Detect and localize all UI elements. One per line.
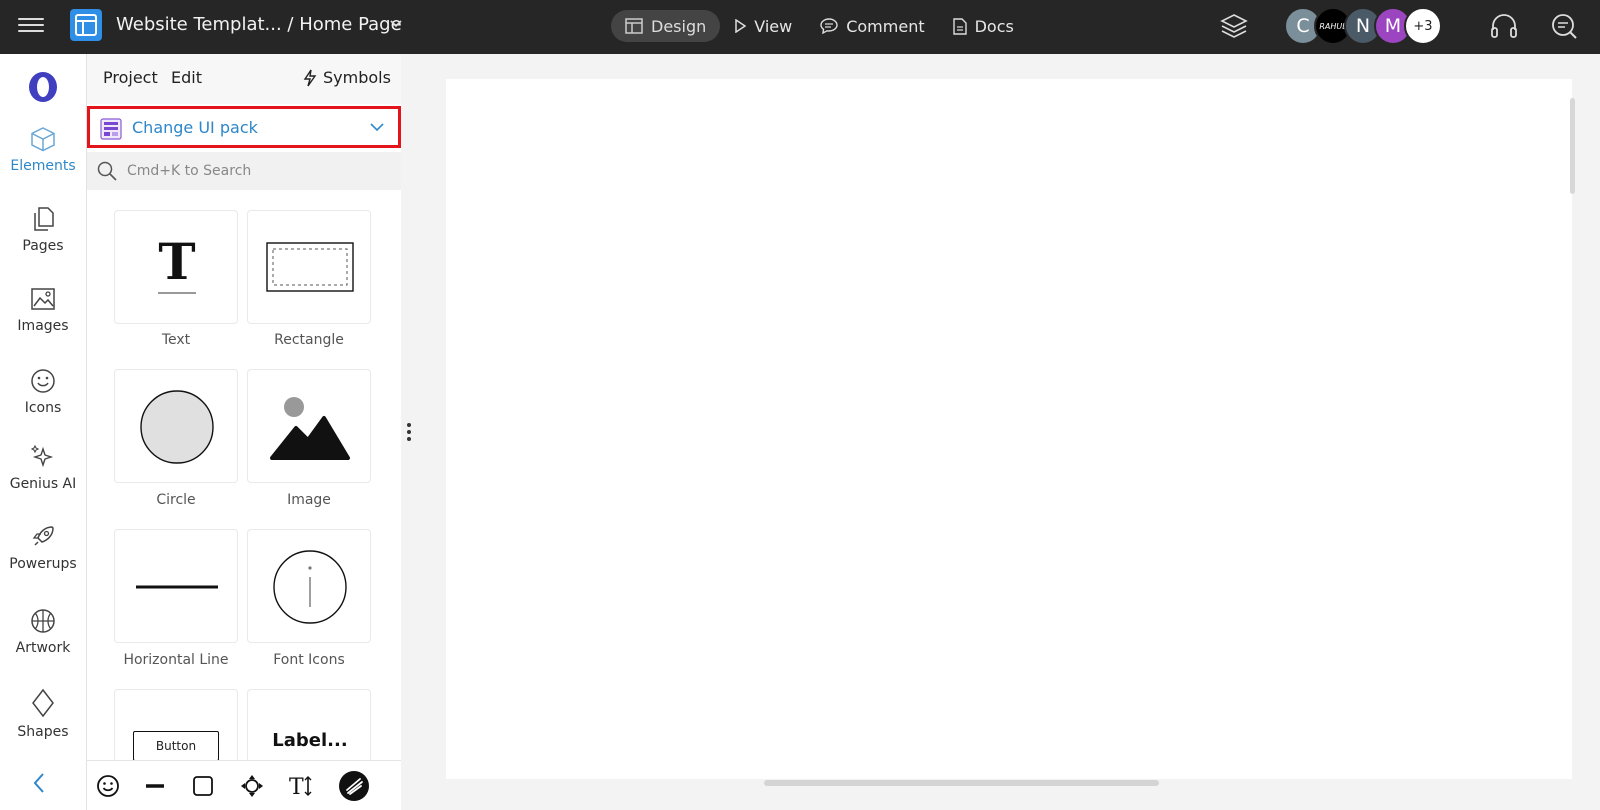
left-rail: Elements Pages Images Icons Genius AI Po… — [0, 54, 87, 810]
button-preview: Button — [133, 731, 219, 761]
horizontal-line-element-tile[interactable] — [114, 529, 238, 643]
rail-item-label: Powerups — [9, 556, 77, 572]
emoji-tool-icon[interactable] — [96, 774, 120, 798]
circle-element-tile[interactable] — [114, 369, 238, 483]
docs-button[interactable]: Docs — [939, 10, 1028, 42]
horizontal-scrollbar[interactable] — [764, 780, 1159, 786]
rocket-icon — [32, 526, 54, 546]
mountain-image-icon — [270, 397, 350, 460]
rail-item-images[interactable]: Images — [0, 286, 86, 334]
quick-tools-bar: T — [87, 760, 401, 810]
rail-item-label: Pages — [22, 238, 64, 254]
rail-item-label: Images — [17, 318, 69, 334]
text-tool-icon[interactable]: T — [289, 774, 315, 798]
tile-label: Horizontal Line — [123, 652, 229, 668]
app-logo-icon[interactable] — [70, 9, 102, 41]
brand-logo-icon — [29, 72, 57, 102]
rail-item-elements[interactable]: Elements — [0, 126, 86, 174]
play-icon — [735, 19, 747, 33]
change-ui-pack-dropdown[interactable]: Change UI pack — [87, 106, 401, 148]
scribble-tool-icon[interactable] — [338, 770, 370, 802]
text-element-tile[interactable]: T — [114, 210, 238, 324]
svg-text:T: T — [158, 232, 195, 291]
top-bar: Website Templat... / Home Page Design Vi… — [0, 0, 1600, 54]
font-icons-element-tile[interactable] — [247, 529, 371, 643]
design-button[interactable]: Design — [611, 10, 721, 42]
tile-label: Image — [287, 492, 331, 508]
docs-label: Docs — [974, 16, 1014, 36]
tile-label: Font Icons — [273, 652, 345, 668]
layers-icon[interactable] — [1220, 12, 1248, 40]
rail-item-powerups[interactable]: Powerups — [0, 524, 86, 572]
sparkle-icon — [30, 444, 54, 468]
image-icon — [31, 288, 55, 310]
image-element-tile[interactable] — [247, 369, 371, 483]
smiley-icon — [31, 369, 55, 393]
search-input[interactable] — [127, 159, 387, 183]
search-chat-icon[interactable] — [1550, 12, 1578, 40]
tile-label: Rectangle — [274, 332, 344, 348]
comment-label: Comment — [846, 16, 925, 36]
ui-pack-label: Change UI pack — [132, 118, 258, 137]
horizontal-line-icon — [136, 585, 218, 589]
element-search — [87, 152, 401, 190]
chevron-left-icon[interactable] — [32, 772, 46, 794]
line-tool-icon[interactable] — [143, 774, 167, 798]
comment-icon — [820, 18, 838, 34]
view-button[interactable]: View — [720, 10, 806, 42]
rail-item-label: Genius AI — [9, 476, 77, 492]
hamburger-menu-icon[interactable] — [18, 14, 44, 36]
rectangle-element-tile[interactable] — [247, 210, 371, 324]
vertical-scrollbar[interactable] — [1570, 98, 1575, 194]
elements-panel: Project Edit Symbols Change UI pack T Te… — [87, 54, 401, 810]
circle-icon — [140, 390, 214, 464]
diamond-icon — [32, 688, 54, 718]
basketball-icon — [31, 609, 55, 633]
chevron-down-icon[interactable] — [390, 20, 402, 28]
rectangle-icon — [266, 242, 354, 292]
symbols-label: Symbols — [323, 68, 391, 87]
text-icon: T — [158, 232, 196, 294]
rail-item-label: Icons — [24, 400, 62, 416]
project-menu[interactable]: Project — [103, 68, 158, 87]
ui-pack-icon — [100, 118, 122, 140]
more-collaborators-badge[interactable]: +3 — [1404, 7, 1442, 45]
edit-menu[interactable]: Edit — [171, 68, 202, 87]
pages-icon — [34, 207, 54, 231]
more-vertical-icon[interactable] — [406, 422, 412, 442]
rail-item-icons[interactable]: Icons — [0, 368, 86, 416]
tile-label: Text — [161, 332, 191, 348]
tile-label: Circle — [156, 492, 196, 508]
lightning-icon — [303, 69, 317, 86]
layout-icon — [625, 18, 643, 34]
symbols-button[interactable]: Symbols — [303, 68, 391, 87]
cube-icon — [31, 127, 55, 152]
move-tool-icon[interactable] — [240, 774, 264, 798]
rectangle-tool-icon[interactable] — [191, 774, 215, 798]
chevron-down-icon — [370, 123, 384, 132]
svg-text:T: T — [289, 775, 304, 798]
document-icon — [952, 17, 967, 35]
rail-item-artwork[interactable]: Artwork — [0, 608, 86, 656]
panel-menu: Project Edit Symbols — [87, 54, 401, 104]
artboard[interactable] — [446, 79, 1572, 779]
design-label: Design — [651, 16, 707, 36]
info-icon — [273, 550, 347, 624]
headset-icon[interactable] — [1489, 12, 1519, 40]
label-preview: Label... — [272, 730, 348, 751]
rail-item-label: Artwork — [15, 640, 71, 656]
rail-item-pages[interactable]: Pages — [0, 206, 86, 254]
rail-item-label: Shapes — [17, 724, 69, 740]
search-icon — [97, 161, 117, 181]
rail-item-genius-ai[interactable]: Genius AI — [0, 444, 86, 492]
view-label: View — [754, 16, 793, 36]
comment-button[interactable]: Comment — [806, 10, 938, 42]
rail-item-label: Elements — [10, 158, 76, 174]
mode-nav: Design View Comment Docs — [611, 10, 1028, 42]
rail-item-shapes[interactable]: Shapes — [0, 688, 86, 740]
document-title[interactable]: Website Templat... / Home Page — [116, 14, 402, 35]
